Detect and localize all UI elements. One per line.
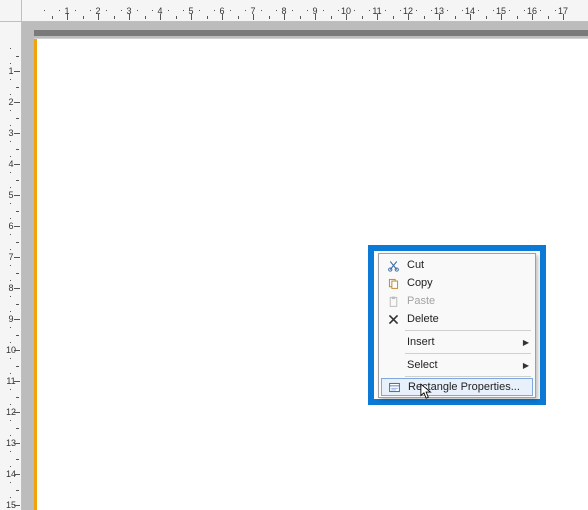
menu-item-insert[interactable]: Insert ▶: [381, 333, 533, 351]
menu-item-paste: Paste: [381, 292, 533, 310]
menu-label: Copy: [403, 277, 529, 289]
editor-workspace: 1234567891011121314151617 12345678910111…: [0, 0, 588, 510]
menu-label: Select: [403, 359, 523, 371]
copy-icon: [383, 277, 403, 290]
menu-item-cut[interactable]: Cut: [381, 256, 533, 274]
menu-separator: [405, 353, 531, 354]
clipboard-icon: [383, 295, 403, 308]
submenu-arrow-icon: ▶: [523, 361, 529, 370]
horizontal-ruler[interactable]: 1234567891011121314151617: [22, 0, 588, 22]
page-shadow: [34, 30, 588, 36]
menu-separator: [405, 376, 531, 377]
left-margin-indicator: [34, 39, 37, 510]
ruler-corner: [0, 0, 22, 22]
context-menu: Cut Copy Paste Delete Insert ▶: [378, 253, 536, 398]
submenu-arrow-icon: ▶: [523, 338, 529, 347]
menu-label: Rectangle Properties...: [404, 381, 528, 393]
scissors-icon: [383, 259, 403, 272]
menu-label: Paste: [403, 295, 529, 307]
menu-label: Delete: [403, 313, 529, 325]
menu-item-select[interactable]: Select ▶: [381, 356, 533, 374]
delete-x-icon: [383, 313, 403, 326]
menu-item-rectangle-properties[interactable]: Rectangle Properties...: [381, 378, 533, 396]
properties-icon: [384, 381, 404, 394]
menu-item-copy[interactable]: Copy: [381, 274, 533, 292]
menu-item-delete[interactable]: Delete: [381, 310, 533, 328]
vertical-ruler[interactable]: 123456789101112131415: [0, 22, 22, 510]
menu-label: Insert: [403, 336, 523, 348]
menu-label: Cut: [403, 259, 529, 271]
menu-separator: [405, 330, 531, 331]
